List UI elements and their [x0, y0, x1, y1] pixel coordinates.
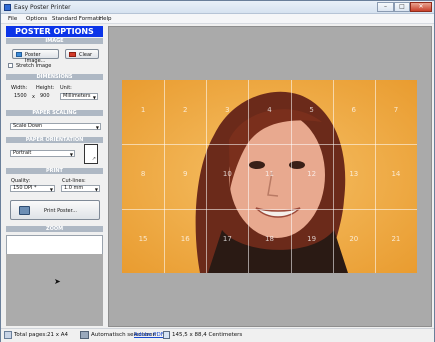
- zoom-preview-area[interactable]: ➤: [6, 254, 103, 326]
- tile-number: 2: [182, 106, 188, 114]
- times-sign: x: [32, 94, 35, 100]
- tile-number: 13: [349, 170, 359, 179]
- window-title: Easy Poster Printer: [14, 4, 71, 11]
- tile-number: 6: [351, 106, 357, 114]
- stretch-image-checkbox[interactable]: [8, 63, 13, 68]
- chevron-down-icon: ▼: [69, 152, 73, 157]
- width-input[interactable]: 1500: [11, 93, 31, 100]
- clear-icon: [69, 52, 76, 57]
- tile-number: 18: [265, 234, 274, 243]
- tile-number: 16: [180, 234, 190, 243]
- orientation-select[interactable]: Portrait ▼: [10, 150, 75, 157]
- tile-number: 12: [307, 170, 317, 179]
- pages-icon: [4, 331, 12, 339]
- print-poster-button[interactable]: Print Poster...: [10, 200, 100, 220]
- paper-scaling-section-header: PAPER SCALING: [6, 110, 103, 116]
- menu-bar: File Options Standard Formats Help: [1, 14, 434, 24]
- tile-number: 19: [307, 234, 317, 243]
- height-input[interactable]: 900: [37, 93, 53, 100]
- tile-number: 11: [265, 170, 274, 179]
- print-poster-label: Print Poster...: [44, 208, 77, 214]
- cut-lines-label: Cut-lines:: [62, 178, 86, 184]
- tile-divider-vertical: [374, 80, 376, 273]
- menu-file[interactable]: File: [8, 16, 17, 22]
- cut-lines-select[interactable]: 1.0 mm ▼: [61, 185, 100, 192]
- tile-number: 9: [182, 170, 188, 179]
- paper-scaling-value: Scale Down: [13, 123, 43, 129]
- total-pages-text: Total pages:21 x A4: [14, 332, 69, 338]
- adobe-pdf-link[interactable]: Adobe PDF: [134, 332, 164, 338]
- clear-label: Clear: [79, 52, 93, 58]
- tile-number: 20: [349, 234, 359, 243]
- print-section-header: PRINT: [6, 168, 103, 174]
- orientation-value: Portrait: [13, 150, 32, 156]
- tile-number: 14: [391, 170, 401, 179]
- width-label: Width:: [11, 85, 28, 91]
- size-icon: [163, 331, 170, 339]
- minimize-button[interactable]: –: [377, 2, 394, 12]
- paper-orientation-section-header: PAPER ORIENTATION: [6, 137, 103, 143]
- tile-number: 1: [140, 106, 146, 114]
- tile-divider-vertical: [248, 80, 250, 273]
- menu-help[interactable]: Help: [99, 16, 112, 22]
- zoom-section-header: ZOOM: [6, 226, 103, 232]
- printer-status-icon: [80, 331, 89, 339]
- tile-divider-vertical: [332, 80, 334, 273]
- quality-select[interactable]: 150 DPI * ▼: [10, 185, 55, 192]
- chevron-down-icon: ▼: [92, 95, 96, 100]
- image-section-header: IMAGE: [6, 38, 103, 44]
- unit-select[interactable]: Millimeters ▼: [60, 93, 98, 100]
- quality-value: 150 DPI *: [13, 185, 37, 191]
- dimensions-section-header: DIMENSIONS: [6, 74, 103, 80]
- height-label: Height:: [36, 85, 55, 91]
- paper-scaling-select[interactable]: Scale Down ▼: [10, 123, 101, 130]
- tile-divider-horizontal: [122, 144, 417, 146]
- poster-options-header: POSTER OPTIONS: [6, 26, 103, 37]
- unit-label: Unit:: [60, 85, 72, 91]
- tile-number: 5: [309, 106, 314, 114]
- title-bar[interactable]: Easy Poster Printer – □ ✕: [1, 1, 434, 14]
- chevron-down-icon: ▼: [94, 187, 98, 192]
- close-button[interactable]: ✕: [410, 2, 432, 12]
- stretch-image-label: Stretch Image: [16, 63, 52, 69]
- poster-size-text: 145,5 x 88,4 Centimeters: [172, 332, 243, 338]
- mouse-cursor-icon: ➤: [54, 277, 61, 286]
- tile-number: 3: [225, 106, 230, 114]
- tile-divider-vertical: [206, 80, 208, 273]
- app-window: Easy Poster Printer – □ ✕ File Options S…: [0, 0, 435, 342]
- tile-number: 15: [138, 234, 148, 243]
- printer-icon: [19, 206, 30, 215]
- tile-divider-vertical: [290, 80, 292, 273]
- menu-options[interactable]: Options: [26, 16, 47, 22]
- unit-select-value: Millimeters: [63, 93, 91, 99]
- chevron-down-icon: ▼: [49, 187, 53, 192]
- tile-number: 17: [222, 234, 232, 243]
- tile-number: 8: [140, 170, 146, 179]
- status-bar: Total pages:21 x A4 Automatisch selecter…: [1, 328, 434, 342]
- clear-button[interactable]: Clear: [65, 49, 99, 59]
- tile-number: 10: [222, 170, 232, 179]
- tile-number: 4: [267, 106, 272, 114]
- chevron-down-icon: ▼: [95, 125, 99, 130]
- tile-divider-horizontal: [122, 208, 417, 210]
- orientation-preview-icon: ↗: [84, 144, 98, 164]
- tile-number: 21: [391, 234, 401, 243]
- tile-number: 7: [393, 106, 399, 114]
- cut-lines-value: 1.0 mm: [64, 185, 84, 191]
- app-icon: [4, 4, 11, 11]
- poster-image-button[interactable]: Poster Image...: [12, 49, 59, 64]
- menu-standard-formats[interactable]: Standard Formats: [52, 16, 101, 22]
- image-icon: [16, 52, 22, 57]
- maximize-button[interactable]: □: [394, 2, 410, 12]
- tile-divider-vertical: [164, 80, 166, 273]
- quality-label: Quality:: [11, 178, 31, 184]
